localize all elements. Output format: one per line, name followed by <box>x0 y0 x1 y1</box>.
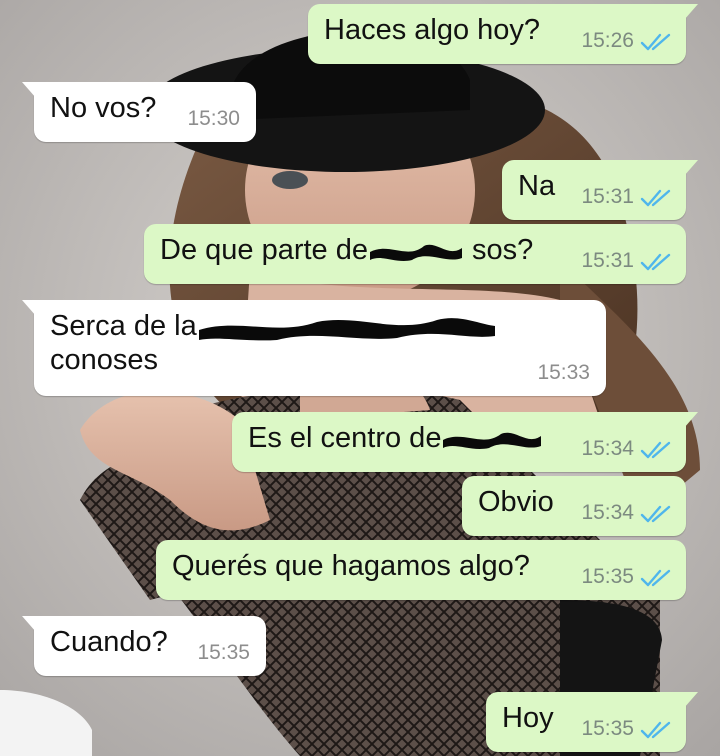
bubble-tail <box>22 300 36 316</box>
message-time: 15:35 <box>581 717 634 740</box>
message-text: Haces algo hoy? <box>324 14 541 46</box>
message-text: Es el centro de <box>248 421 543 455</box>
message-bubble-outgoing[interactable]: Querés que hagamos algo? 15:35 <box>156 540 686 600</box>
message-time: 15:35 <box>581 565 634 588</box>
message-time: 15:33 <box>537 361 590 384</box>
message-bubble-outgoing[interactable]: Haces algo hoy? 15:26 <box>308 4 698 64</box>
message-text-part: De que parte de <box>160 234 368 266</box>
message-text: Hoy <box>502 702 554 734</box>
double-check-icon <box>640 253 671 271</box>
bubble-tail <box>684 160 698 176</box>
double-check-icon <box>640 505 671 523</box>
message-text: Na <box>518 170 556 202</box>
message-bubble-incoming[interactable]: Cuando? 15:35 <box>22 616 266 676</box>
message-text: De que parte de sos? <box>160 233 533 267</box>
redaction-scribble <box>369 245 462 262</box>
message-bubble-outgoing[interactable]: De que parte de sos? 15:31 <box>144 224 686 284</box>
bubble-tail <box>22 616 36 632</box>
message-bubble-incoming[interactable]: Serca de la conoses 15:33 <box>22 300 606 396</box>
message-time: 15:34 <box>581 437 634 460</box>
message-text: Querés que hagamos algo? <box>172 550 530 582</box>
message-time: 15:35 <box>197 641 250 664</box>
message-text: Serca de la conoses <box>50 309 497 377</box>
bubble-tail <box>22 82 36 98</box>
message-time: 15:30 <box>187 107 240 130</box>
message-text-line: Serca de la <box>50 310 197 342</box>
message-bubble-outgoing[interactable]: Hoy 15:35 <box>486 692 698 752</box>
redaction-scribble <box>198 318 495 341</box>
bubble-tail <box>684 412 698 428</box>
double-check-icon <box>640 441 671 459</box>
message-time: 15:26 <box>581 29 634 52</box>
message-text: Cuando? <box>50 626 168 658</box>
message-bubble-outgoing[interactable]: Es el centro de 15:34 <box>232 412 698 472</box>
message-bubble-outgoing[interactable]: Na 15:31 <box>502 160 698 220</box>
double-check-icon <box>640 33 671 51</box>
bubble-tail <box>684 4 698 20</box>
message-text-part: Es el centro de <box>248 422 442 454</box>
message-text: Obvio <box>478 486 554 518</box>
message-time: 15:31 <box>581 185 634 208</box>
message-bubble-incoming[interactable]: No vos? 15:30 <box>22 82 256 142</box>
double-check-icon <box>640 569 671 587</box>
double-check-icon <box>640 721 671 739</box>
message-text-line: conoses <box>50 344 159 376</box>
bubble-tail <box>684 692 698 708</box>
redaction-scribble <box>443 433 542 450</box>
message-time: 15:31 <box>581 249 634 272</box>
message-text-part: sos? <box>472 234 534 266</box>
message-text: No vos? <box>50 92 157 124</box>
message-time: 15:34 <box>581 501 634 524</box>
chat-screen: Haces algo hoy? 15:26 No vos? 15:30 Na 1… <box>0 0 720 756</box>
message-bubble-outgoing[interactable]: Obvio 15:34 <box>462 476 686 536</box>
double-check-icon <box>640 189 671 207</box>
